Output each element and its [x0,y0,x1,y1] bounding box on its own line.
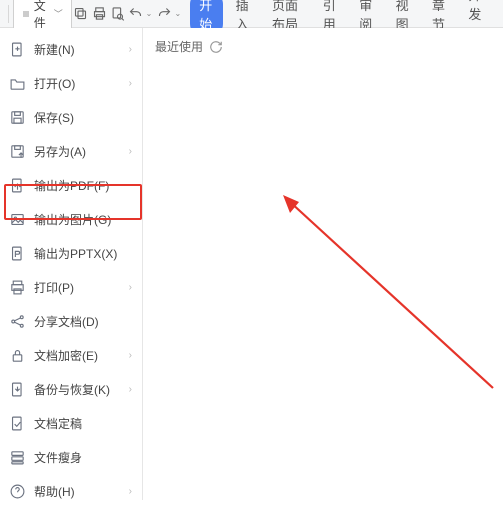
toolbar-undo-button[interactable] [127,3,143,25]
copy-icon [73,6,88,21]
file-menu-item-7[interactable]: 打印(P)› [0,270,142,304]
file-menu-item-8[interactable]: 分享文档(D) [0,304,142,338]
recent-header: 最近使用 [155,38,491,55]
menu-item-label: 备份与恢复(K) [34,381,129,398]
dropdown-caret-icon[interactable]: ⌄ [146,9,153,18]
application-menubar: 文件 ﹀ ⌄ ⌄ 开始插入页面布局引用审阅视图章节开发工 [0,0,503,28]
menu-item-label: 分享文档(D) [34,313,132,330]
finalize-icon [8,414,26,432]
file-menu-item-5[interactable]: 输出为图片(G) [0,202,142,236]
chevron-down-icon: ﹀ [54,7,63,20]
file-menu-item-9[interactable]: 文档加密(E)› [0,338,142,372]
menu-item-label: 输出为图片(G) [34,211,132,228]
refresh-icon[interactable] [209,40,223,54]
file-menu-item-11[interactable]: 文档定稿 [0,406,142,440]
dropdown-caret-icon[interactable]: ⌄ [174,9,181,18]
file-menu-item-12[interactable]: 文件瘦身 [0,440,142,474]
folder-open-icon [8,74,26,92]
chevron-right-icon: › [129,44,132,55]
export-image-icon [8,210,26,228]
menu-item-label: 输出为PDF(F) [34,177,132,194]
export-pdf-icon [8,176,26,194]
toolbar-print-button[interactable] [91,3,107,25]
file-menu-item-4[interactable]: 输出为PDF(F) [0,168,142,202]
menu-item-label: 另存为(A) [34,143,129,160]
recent-files-panel: 最近使用 [143,28,503,500]
save-as-icon [8,142,26,160]
toolbar-copy-button[interactable] [73,3,89,25]
file-menu-panel: 新建(N)›打开(O)›保存(S)另存为(A)›输出为PDF(F)输出为图片(G… [0,28,143,500]
print-icon [92,6,107,21]
share-icon [8,312,26,330]
vertical-separator [8,5,9,23]
redo-icon [157,6,172,21]
menu-item-label: 帮助(H) [34,483,129,500]
toolbar-redo-button[interactable] [156,3,172,25]
menu-item-label: 文件瘦身 [34,449,132,466]
menu-item-label: 输出为PPTX(X) [34,245,132,262]
file-menu-item-1[interactable]: 打开(O)› [0,66,142,100]
file-menu-label: 文件 [34,0,50,31]
export-pptx-icon [8,244,26,262]
toolbar-preview-button[interactable] [109,3,125,25]
menu-item-label: 文档加密(E) [34,347,129,364]
main-area: 新建(N)›打开(O)›保存(S)另存为(A)›输出为PDF(F)输出为图片(G… [0,28,503,500]
save-icon [8,108,26,126]
backup-icon [8,380,26,398]
encrypt-icon [8,346,26,364]
document-search-icon [110,6,125,21]
chevron-right-icon: › [129,486,132,497]
file-menu-item-0[interactable]: 新建(N)› [0,32,142,66]
chevron-right-icon: › [129,384,132,395]
file-menu-item-6[interactable]: 输出为PPTX(X) [0,236,142,270]
help-icon [8,482,26,500]
file-menu-item-3[interactable]: 另存为(A)› [0,134,142,168]
chevron-right-icon: › [129,350,132,361]
file-new-icon [8,40,26,58]
menu-item-label: 打印(P) [34,279,129,296]
print-icon [8,278,26,296]
chevron-right-icon: › [129,282,132,293]
menu-item-label: 打开(O) [34,75,129,92]
recent-label: 最近使用 [155,38,203,55]
menu-item-label: 保存(S) [34,109,132,126]
annotation-arrow [283,193,503,403]
menu-item-label: 新建(N) [34,41,129,58]
slim-icon [8,448,26,466]
hamburger-icon [22,8,30,20]
undo-icon [128,6,143,21]
file-menu-item-10[interactable]: 备份与恢复(K)› [0,372,142,406]
file-menu-item-2[interactable]: 保存(S) [0,100,142,134]
chevron-right-icon: › [129,146,132,157]
file-menu-item-13[interactable]: 帮助(H)› [0,474,142,508]
menu-item-label: 文档定稿 [34,415,132,432]
chevron-right-icon: › [129,78,132,89]
